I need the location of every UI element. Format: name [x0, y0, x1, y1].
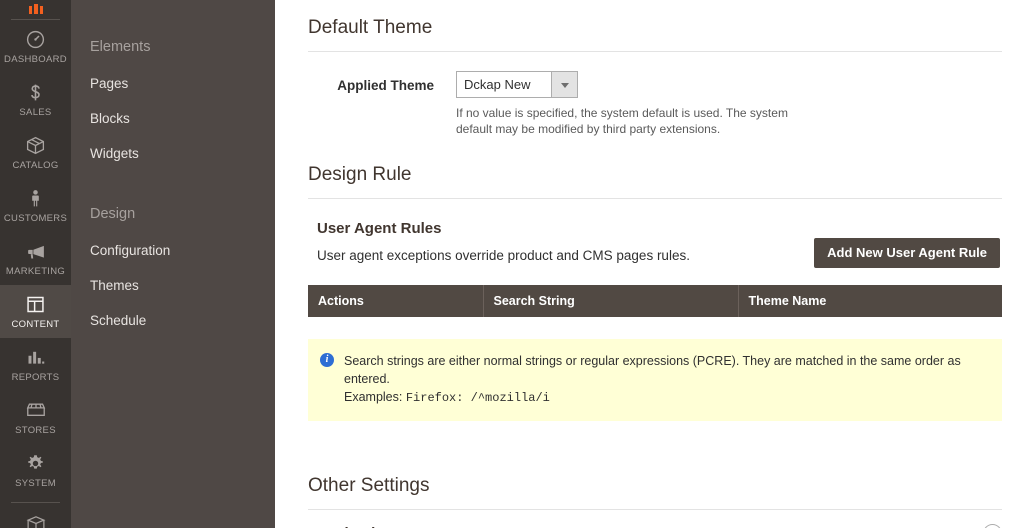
primary-nav-rail: DASHBOARD SALES CATALOG CUSTOMERS MARKET… [0, 0, 71, 528]
sidebar-item-customers[interactable]: CUSTOMERS [0, 179, 71, 232]
submenu-group-spacer [71, 180, 275, 205]
design-rule-section-title: Design Rule [308, 164, 412, 185]
sidebar-item-label: CATALOG [12, 160, 59, 171]
person-icon [2, 188, 69, 210]
main-content: Default Theme Applied Theme Dckap New If… [275, 0, 1024, 528]
extensions-box-icon [2, 514, 69, 528]
magento-logo-icon [28, 4, 43, 14]
user-agent-rules-table: Actions Search String Theme Name [308, 285, 1002, 317]
sidebar-item-label: STORES [15, 425, 56, 436]
notice-text: Search strings are either normal strings… [344, 352, 990, 407]
submenu-item-schedule[interactable]: Schedule [71, 312, 275, 329]
add-new-user-agent-rule-button[interactable]: Add New User Agent Rule [814, 238, 1000, 268]
sidebar-item-label: CONTENT [11, 319, 60, 330]
sidebar-item-system[interactable]: SYSTEM [0, 444, 71, 497]
sidebar-item-reports[interactable]: REPORTS [0, 338, 71, 391]
sidebar-item-label: CUSTOMERS [3, 213, 68, 224]
default-theme-section-title: Default Theme [308, 17, 433, 38]
notice-line-1: Search strings are either normal strings… [344, 354, 961, 386]
gear-icon [2, 453, 69, 475]
column-header-search-string[interactable]: Search String [483, 285, 739, 317]
sidebar-item-catalog[interactable]: CATALOG [0, 126, 71, 179]
pagination-section-title: Pagination [308, 524, 394, 528]
admin-design-configuration-page: DASHBOARD SALES CATALOG CUSTOMERS MARKET… [0, 0, 1024, 528]
sidebar-item-find-partners-extensions[interactable]: FIND PARTNERS & EXTENSIONS [0, 505, 71, 528]
column-header-actions[interactable]: Actions [308, 285, 484, 317]
sidebar-item-label: SYSTEM [15, 478, 56, 489]
applied-theme-selected-value: Dckap New [464, 77, 531, 92]
submenu-item-widgets[interactable]: Widgets [71, 145, 275, 162]
submenu-group-elements: Elements Pages Blocks Widgets [71, 38, 275, 162]
search-string-notice: i Search strings are either normal strin… [308, 339, 1002, 421]
submenu-group-title: Design [90, 206, 136, 222]
dashboard-gauge-icon [2, 29, 69, 51]
sidebar-item-stores[interactable]: STORES [0, 391, 71, 444]
submenu-group-title: Elements [90, 39, 151, 55]
rail-divider-bottom [11, 502, 60, 503]
magento-logo[interactable] [0, 0, 71, 14]
table-header-row: Actions Search String Theme Name [308, 285, 1002, 317]
bar-chart-icon [2, 347, 69, 369]
sidebar-item-label: SALES [19, 107, 52, 118]
table-head: Actions Search String Theme Name [308, 285, 1002, 317]
info-circle-icon: i [320, 352, 344, 367]
submenu-item-blocks[interactable]: Blocks [71, 110, 275, 127]
sidebar-item-label: DASHBOARD [4, 54, 67, 65]
submenu-item-themes[interactable]: Themes [71, 277, 275, 294]
dollar-sign-icon [2, 82, 69, 104]
user-agent-rules-title: User Agent Rules [317, 220, 442, 237]
storefront-awning-icon [2, 400, 69, 422]
megaphone-icon [2, 241, 69, 263]
sidebar-item-label: REPORTS [11, 372, 60, 383]
content-submenu-panel: Elements Pages Blocks Widgets Design Con… [71, 0, 275, 528]
notice-examples-pattern: Firefox: /^mozilla/i [405, 391, 550, 405]
submenu-group-design: Design Configuration Themes Schedule [71, 205, 275, 329]
submenu-item-configuration[interactable]: Configuration [71, 242, 275, 259]
user-agent-rules-desc-row: User agent exceptions override product a… [308, 238, 1000, 268]
applied-theme-note: If no value is specified, the system def… [456, 105, 816, 137]
applied-theme-note-line2: be modified by third party extensions. [521, 122, 721, 136]
applied-theme-field-row: Applied Theme Dckap New If no value is s… [308, 52, 1000, 137]
user-agent-rules-description: User agent exceptions override product a… [317, 248, 690, 263]
notice-examples-prefix: Examples: [344, 390, 406, 404]
info-icon-glyph: i [320, 353, 334, 367]
sidebar-item-marketing[interactable]: MARKETING [0, 232, 71, 285]
chevron-down-icon[interactable] [551, 72, 577, 97]
other-settings-section-title: Other Settings [308, 475, 430, 496]
column-header-theme-name[interactable]: Theme Name [738, 285, 1002, 317]
sidebar-item-content[interactable]: CONTENT [0, 285, 71, 338]
applied-theme-control: Dckap New If no value is specified, the … [456, 71, 1000, 137]
collapsible-section-pagination[interactable]: Pagination [308, 510, 1002, 528]
notice-line-2: Examples: Firefox: /^mozilla/i [344, 388, 990, 407]
applied-theme-select[interactable]: Dckap New [456, 71, 578, 98]
sidebar-item-dashboard[interactable]: DASHBOARD [0, 20, 71, 73]
layout-panels-icon [2, 294, 69, 316]
box-package-icon [2, 135, 69, 157]
submenu-item-pages[interactable]: Pages [71, 75, 275, 92]
sidebar-item-sales[interactable]: SALES [0, 73, 71, 126]
sidebar-item-label: MARKETING [5, 266, 66, 277]
applied-theme-label: Applied Theme [337, 78, 434, 93]
chevron-down-circle-icon[interactable] [983, 524, 1002, 528]
